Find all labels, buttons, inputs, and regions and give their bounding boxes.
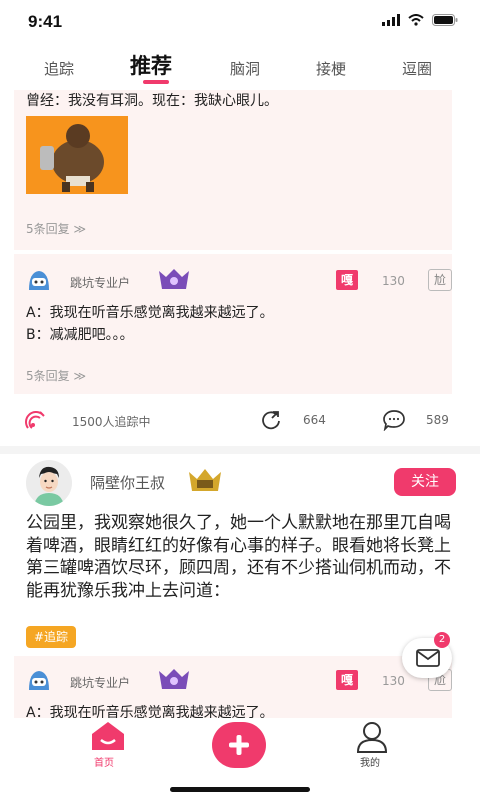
user-avatar-icon [29,271,49,290]
ga-count: 130 [382,674,405,688]
reply-line: A：我现在听音乐感觉离我越来越远了。 [26,705,274,718]
followers-count: 1500人追踪中 [72,415,151,429]
nav-mine-label: 我的 [360,758,380,769]
crown-badge-icon [189,469,221,491]
post-author-name[interactable]: 隔壁你王叔 [90,472,165,493]
radar-tracking-icon[interactable] [24,408,48,432]
battery-icon [432,14,458,26]
post-content: 公园里，我观察她很久了，她一个人默默地在那里兀自喝着啤酒，眼睛红红的好像有心事的… [26,513,451,601]
status-time: 9:41 [28,12,63,31]
reply-user-name[interactable]: 跳坑专业户 [70,274,130,291]
cartoon-character-image [40,124,104,192]
tab-recommend[interactable]: 推荐 [130,50,172,80]
status-icons [382,14,458,26]
level-badge-icon [159,269,189,289]
more-replies-link[interactable]: 5条回复 ≫ [26,367,86,384]
create-post-button[interactable] [212,722,266,768]
home-icon [92,722,124,750]
reply-image[interactable] [26,116,128,194]
user-avatar-icon [29,671,49,690]
nav-home-label: 首页 [94,758,114,769]
post-avatar[interactable] [26,460,72,506]
more-replies-link[interactable]: 5条回复 ≫ [26,220,86,237]
floating-message-button[interactable]: 2 [402,632,452,678]
active-tab-indicator [143,80,169,84]
level-badge-icon [159,669,189,689]
nav-home[interactable]: 首页 [86,720,130,769]
post-stats-row: 1500人追踪中 664 589 [0,400,480,440]
ga-reaction-button[interactable]: 嘎 [336,270,358,290]
message-badge: 2 [434,632,450,648]
tab-brainstorm[interactable]: 脑洞 [230,58,260,79]
reply-block: 跳坑专业户 嘎 130 尬 A：我现在听音乐感觉离我越来越远了。 [14,656,452,718]
post-divider [0,446,480,454]
reply-block: 跳坑专业户 嘎 130 尬 A：我现在听音乐感觉离我越来越远了。 B：减减肥吧。… [14,254,452,394]
share-icon[interactable] [260,409,282,431]
ga-count: 130 [382,274,405,288]
reply-block: 曾经：我没有耳洞。现在：我缺心眼儿。 5条回复 ≫ [14,90,452,250]
comment-count: 589 [426,413,449,427]
mail-icon [416,649,440,667]
reply-user-name[interactable]: 跳坑专业户 [70,674,130,691]
reply-line: A：我现在听音乐感觉离我越来越远了。 [26,305,274,321]
tab-fun-circle[interactable]: 逗圈 [402,58,432,79]
wifi-icon [408,14,424,26]
status-bar: 9:41 [0,0,480,44]
reply-text: 曾经：我没有耳洞。现在：我缺心眼儿。 [26,93,278,109]
feed[interactable]: 曾经：我没有耳洞。现在：我缺心眼儿。 5条回复 ≫ 跳坑专业户 嘎 130 尬 … [0,90,480,718]
user-avatar-image [26,460,72,506]
follow-button[interactable]: 关注 [394,468,456,496]
ga-reaction-button[interactable]: 嘎 [336,670,358,690]
tab-jokes[interactable]: 接梗 [316,58,346,79]
signal-icon [382,14,400,26]
post-tag[interactable]: #追踪 [26,626,77,648]
share-count: 664 [303,413,326,427]
plus-icon [229,735,249,755]
awkward-button[interactable]: 尬 [428,269,452,291]
comment-icon[interactable] [382,409,406,431]
top-tabs: 追踪 推荐 脑洞 接梗 逗圈 [0,44,480,90]
home-indicator [170,787,310,792]
reply-line: B：减减肥吧。。。 [26,327,134,343]
nav-mine[interactable]: 我的 [352,720,392,769]
profile-icon [356,722,388,753]
tab-tracking[interactable]: 追踪 [44,58,74,79]
